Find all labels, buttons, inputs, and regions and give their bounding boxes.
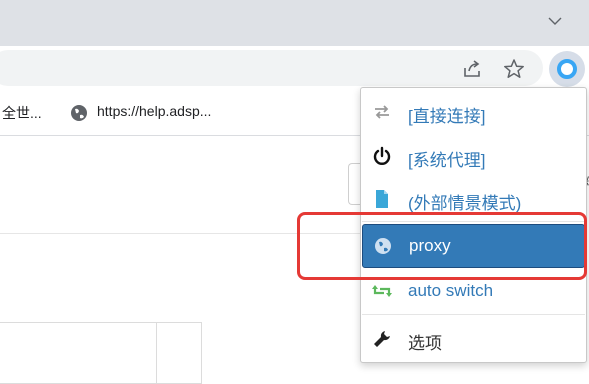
menu-item-label: [直接连接] [408, 107, 486, 126]
menu-divider [362, 314, 585, 315]
bookmark-item[interactable]: https://help.adsp... [97, 103, 211, 119]
menu-item-label: (外部情景模式) [408, 194, 522, 213]
wrench-icon [374, 331, 390, 347]
globe-favicon-icon [71, 105, 87, 121]
menu-item-label: auto switch [408, 281, 494, 300]
chevron-down-icon[interactable] [545, 11, 565, 31]
menu-item-direct[interactable]: [直接连接] [362, 90, 585, 134]
table-cell [155, 322, 202, 384]
file-icon [376, 190, 388, 208]
menu-item-options[interactable]: 选项 [362, 317, 585, 361]
transfer-arrows-icon [375, 105, 389, 119]
retweet-icon [372, 285, 392, 297]
menu-item-system[interactable]: [系统代理] [362, 134, 585, 178]
toolbar [0, 46, 589, 91]
proxy-extension-button[interactable] [549, 51, 585, 87]
share-icon[interactable] [461, 58, 483, 80]
menu-item-label: 选项 [408, 334, 442, 353]
star-icon[interactable] [503, 58, 525, 80]
table-cell [0, 322, 157, 384]
extension-logo-icon [557, 59, 577, 79]
menu-item-label: [系统代理] [408, 151, 486, 170]
bookmark-item[interactable]: 全世... [2, 103, 42, 123]
highlight-box [297, 212, 587, 280]
power-icon [373, 146, 391, 165]
tab-strip [0, 0, 589, 46]
